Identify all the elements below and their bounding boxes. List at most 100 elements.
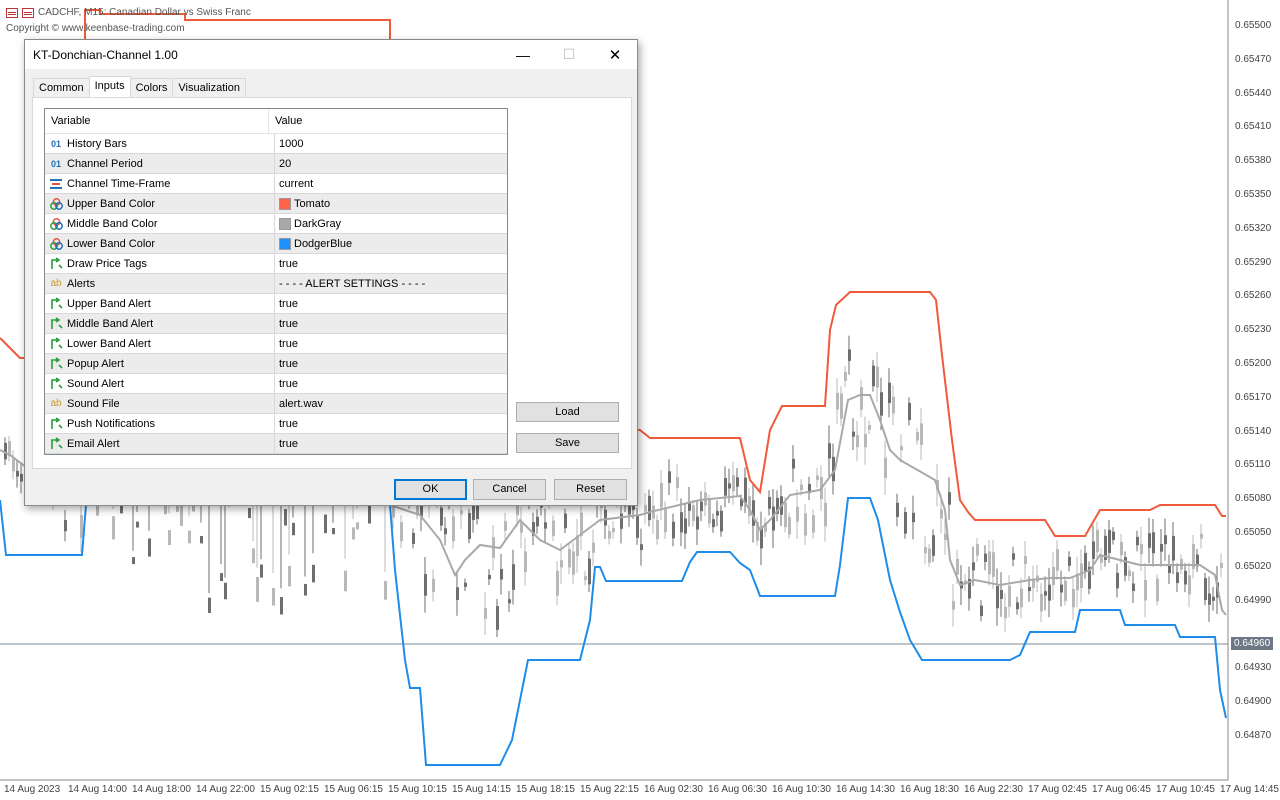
indicator-properties-dialog[interactable]: KT-Donchian-Channel 1.00 — ☐ ✕ Common In… bbox=[24, 39, 638, 506]
value-cell[interactable]: true bbox=[275, 314, 507, 333]
candle-body bbox=[412, 532, 415, 544]
chart-list-icon[interactable] bbox=[6, 7, 18, 18]
candle-body bbox=[560, 560, 563, 568]
boolean-type-icon bbox=[49, 337, 63, 351]
color-swatch[interactable] bbox=[279, 237, 291, 250]
candle-body bbox=[292, 522, 295, 536]
integer-type-icon: 01 bbox=[50, 138, 61, 149]
candle-body bbox=[680, 512, 683, 533]
candle-body bbox=[1144, 580, 1147, 601]
grid-row[interactable]: Channel Time-Frame current bbox=[45, 174, 507, 194]
candle-body bbox=[1064, 580, 1067, 601]
value-cell[interactable]: true bbox=[275, 374, 507, 393]
value-cell[interactable]: Tomato bbox=[275, 194, 507, 213]
value-cell[interactable]: - - - - ALERT SETTINGS - - - - bbox=[275, 274, 507, 293]
grid-row[interactable]: 01 History Bars 1000 bbox=[45, 134, 507, 154]
chart-title-text: CADCHF, M15: Canadian Dollar vs Swiss Fr… bbox=[38, 7, 251, 18]
color-swatch[interactable] bbox=[279, 217, 291, 230]
candle-body bbox=[924, 547, 927, 554]
grid-row[interactable]: Middle Band Color DarkGray bbox=[45, 214, 507, 234]
price-axis-label: 0.65200 bbox=[1235, 358, 1272, 369]
maximize-button[interactable]: ☐ bbox=[546, 40, 592, 69]
tab-colors[interactable]: Colors bbox=[129, 78, 174, 97]
candle-body bbox=[1116, 572, 1119, 589]
time-axis-label: 17 Aug 10:45 bbox=[1156, 784, 1215, 795]
candle-body bbox=[952, 601, 955, 610]
candle-body bbox=[544, 522, 547, 529]
tab-visualization[interactable]: Visualization bbox=[172, 78, 246, 97]
tab-inputs[interactable]: Inputs bbox=[88, 76, 131, 97]
value-cell[interactable]: 20 bbox=[275, 154, 507, 173]
value-cell[interactable]: DodgerBlue bbox=[275, 234, 507, 253]
value-cell[interactable]: alert.wav bbox=[275, 394, 507, 413]
grid-row[interactable]: Upper Band Color Tomato bbox=[45, 194, 507, 214]
color-swatch[interactable] bbox=[279, 197, 291, 210]
candle-body bbox=[220, 573, 223, 582]
candle-body bbox=[984, 553, 987, 562]
grid-row[interactable]: Email Alert true bbox=[45, 434, 507, 454]
value-cell[interactable]: current bbox=[275, 174, 507, 193]
value-cell[interactable]: true bbox=[275, 434, 507, 453]
grid-row[interactable]: Popup Alert true bbox=[45, 354, 507, 374]
column-header-value[interactable]: Value bbox=[269, 109, 302, 133]
integer-type-icon: 01 bbox=[50, 158, 61, 169]
candle-body bbox=[80, 515, 83, 538]
value-cell[interactable]: true bbox=[275, 414, 507, 433]
dialog-titlebar[interactable]: KT-Donchian-Channel 1.00 — ☐ ✕ bbox=[25, 40, 637, 69]
candle-body bbox=[1092, 541, 1095, 559]
value-cell[interactable]: DarkGray bbox=[275, 214, 507, 233]
save-button[interactable]: Save bbox=[516, 433, 619, 453]
inputs-grid[interactable]: Variable Value 01 History Bars 1000 01 Chann… bbox=[44, 108, 508, 455]
variable-cell: Upper Band Alert bbox=[45, 294, 275, 313]
candle-body bbox=[1028, 586, 1031, 592]
price-axis-label: 0.64990 bbox=[1235, 594, 1272, 606]
value-text: DarkGray bbox=[294, 217, 342, 230]
candle-body bbox=[824, 502, 827, 527]
grid-row[interactable]: Upper Band Alert true bbox=[45, 294, 507, 314]
boolean-type-icon bbox=[49, 417, 63, 431]
grid-row[interactable]: Push Notifications true bbox=[45, 414, 507, 434]
price-axis-label: 0.64930 bbox=[1235, 662, 1272, 674]
candle-body bbox=[1136, 536, 1139, 546]
value-text: 1000 bbox=[279, 137, 304, 150]
candle-body bbox=[288, 565, 291, 587]
grid-row[interactable]: Sound Alert true bbox=[45, 374, 507, 394]
candle-body bbox=[912, 512, 915, 523]
price-axis-label: 0.64900 bbox=[1235, 696, 1272, 707]
candle-body bbox=[572, 551, 575, 575]
candle-body bbox=[860, 387, 863, 410]
load-button[interactable]: Load bbox=[516, 402, 619, 422]
candle-body bbox=[136, 521, 139, 528]
grid-row[interactable]: Lower Band Alert true bbox=[45, 334, 507, 354]
close-button[interactable]: ✕ bbox=[592, 40, 638, 69]
current-price-tag: 0.64960 bbox=[1231, 637, 1274, 650]
boolean-type-icon bbox=[49, 357, 63, 371]
grid-row[interactable]: ab Sound File alert.wav bbox=[45, 394, 507, 414]
value-cell[interactable]: true bbox=[275, 294, 507, 313]
grid-row[interactable]: ab Alerts - - - - ALERT SETTINGS - - - - bbox=[45, 274, 507, 294]
candle-body bbox=[1040, 593, 1043, 612]
candle-body bbox=[1152, 532, 1155, 554]
candle-body bbox=[884, 457, 887, 479]
candle-body bbox=[356, 522, 359, 530]
value-cell[interactable]: 1000 bbox=[275, 134, 507, 153]
value-cell[interactable]: true bbox=[275, 254, 507, 273]
chart-settings-icon[interactable] bbox=[22, 7, 34, 18]
cancel-button[interactable]: Cancel bbox=[473, 479, 546, 500]
candle-body bbox=[536, 516, 539, 527]
grid-row[interactable]: Draw Price Tags true bbox=[45, 254, 507, 274]
tab-common[interactable]: Common bbox=[33, 78, 90, 97]
grid-row[interactable]: 01 Channel Period 20 bbox=[45, 154, 507, 174]
grid-row[interactable]: Middle Band Alert true bbox=[45, 314, 507, 334]
ok-button[interactable]: OK bbox=[394, 479, 467, 500]
value-cell[interactable]: true bbox=[275, 334, 507, 353]
candle-body bbox=[112, 516, 115, 540]
variable-cell: Upper Band Color bbox=[45, 194, 275, 213]
candle-body bbox=[556, 570, 559, 596]
variable-name: Lower Band Alert bbox=[67, 337, 151, 350]
column-header-variable[interactable]: Variable bbox=[45, 109, 269, 133]
value-cell[interactable]: true bbox=[275, 354, 507, 373]
grid-row[interactable]: Lower Band Color DodgerBlue bbox=[45, 234, 507, 254]
minimize-button[interactable]: — bbox=[500, 40, 546, 69]
reset-button[interactable]: Reset bbox=[554, 479, 627, 500]
